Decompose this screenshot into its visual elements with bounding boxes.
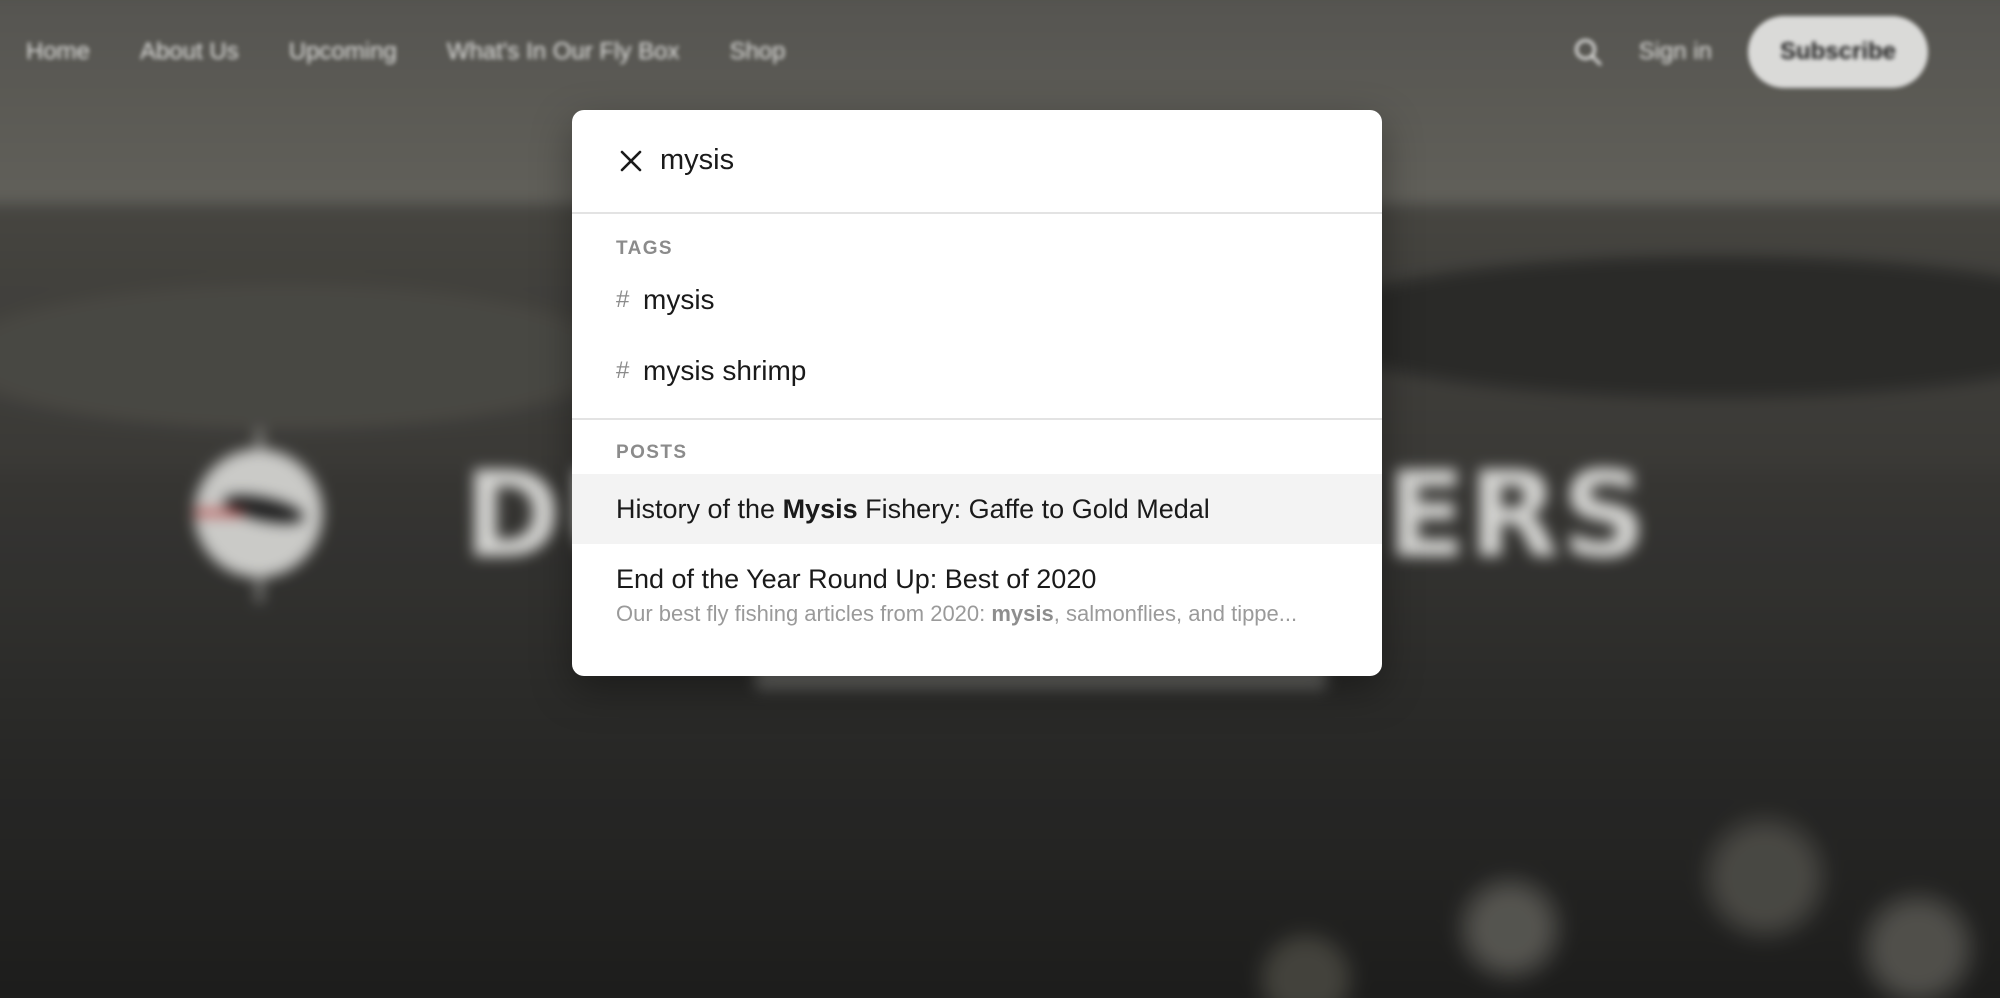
page: DU ERS Home About Us Upcoming What's In … bbox=[0, 0, 2000, 998]
tag-result-label: mysis shrimp bbox=[643, 354, 807, 386]
tag-result[interactable]: # mysis shrimp bbox=[572, 335, 1382, 406]
match-highlight: mysis bbox=[991, 601, 1054, 626]
match-highlight: Mysis bbox=[782, 493, 858, 524]
tag-result-label: mysis bbox=[643, 283, 715, 315]
search-input[interactable] bbox=[660, 138, 1340, 182]
tag-result[interactable]: # mysis bbox=[572, 264, 1382, 335]
tags-section: TAGS # mysis # mysis shrimp bbox=[572, 214, 1382, 406]
posts-heading: POSTS bbox=[616, 442, 688, 463]
post-result-highlighted[interactable]: History of the Mysis Fishery: Gaffe to G… bbox=[572, 474, 1382, 544]
search-bar bbox=[572, 110, 1382, 214]
hash-icon: # bbox=[616, 285, 630, 313]
search-modal: TAGS # mysis # mysis shrimp POSTS Histor… bbox=[572, 110, 1382, 676]
post-result-title: History of the Mysis Fishery: Gaffe to G… bbox=[616, 493, 1210, 524]
posts-section: POSTS History of the Mysis Fishery: Gaff… bbox=[572, 420, 1382, 627]
tags-heading: TAGS bbox=[616, 238, 673, 259]
post-result[interactable]: End of the Year Round Up: Best of 2020 O… bbox=[572, 544, 1382, 627]
hash-icon: # bbox=[616, 356, 630, 384]
post-result-excerpt: Our best fly fishing articles from 2020:… bbox=[616, 601, 1298, 626]
close-icon[interactable] bbox=[616, 146, 646, 176]
post-result-title: End of the Year Round Up: Best of 2020 bbox=[616, 564, 1097, 594]
